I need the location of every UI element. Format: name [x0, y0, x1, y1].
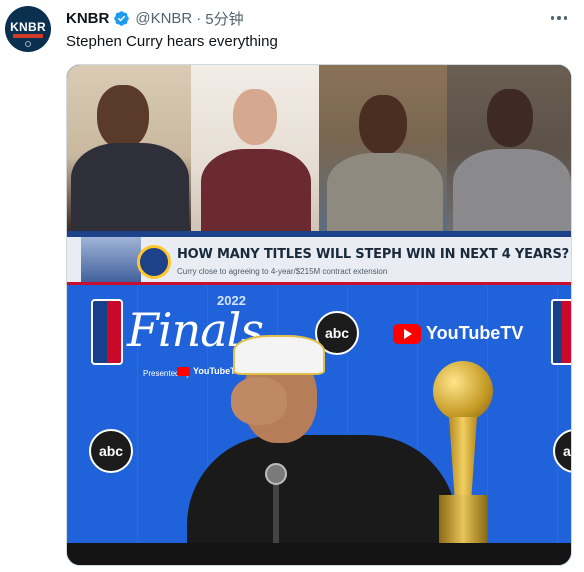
- tweet: KNBR KNBR @KNBR · 5分钟 Stephen Curry hear…: [0, 0, 584, 572]
- youtube-tv-logo: YouTubeTV: [393, 323, 523, 344]
- banner-subtext: Curry close to agreeing to 4-year/$215M …: [177, 267, 388, 276]
- video-panel-host-3: [319, 65, 447, 231]
- more-dot: [563, 16, 568, 20]
- author-handle[interactable]: @KNBR: [135, 10, 192, 27]
- avatar-logo-stripe: [13, 34, 43, 38]
- tweet-text: Stephen Curry hears everything: [66, 33, 278, 50]
- tweet-video[interactable]: HOW MANY TITLES WILL STEPH WIN IN NEXT 4…: [66, 64, 572, 566]
- youtube-tv-label: YouTubeTV: [426, 323, 524, 343]
- author-name[interactable]: KNBR: [66, 10, 109, 27]
- warriors-logo-icon: [137, 245, 171, 279]
- trophy-icon: [429, 361, 497, 543]
- video-panel-host-2: [191, 65, 319, 231]
- youtube-tv-small-logo: YouTubeTV: [177, 366, 242, 376]
- youtube-play-icon: [177, 366, 190, 376]
- video-panel-host-1: [67, 65, 191, 231]
- press-table: [67, 543, 571, 565]
- tweet-header: KNBR @KNBR · 5分钟: [66, 8, 244, 28]
- separator-dot: ·: [196, 9, 202, 27]
- nba-logo-icon: [551, 299, 571, 365]
- video-lower-third-banner: HOW MANY TITLES WILL STEPH WIN IN NEXT 4…: [67, 231, 571, 285]
- player-cap: [233, 335, 325, 375]
- video-panel-host-4: [447, 65, 571, 231]
- more-options-icon[interactable]: [544, 8, 574, 28]
- banner-player-thumbnail: [81, 237, 141, 285]
- avatar-logo-mark: [25, 41, 31, 47]
- more-dot: [557, 16, 561, 20]
- trophy-base: [439, 495, 487, 543]
- player-hand: [231, 377, 287, 425]
- banner-headline: HOW MANY TITLES WILL STEPH WIN IN NEXT 4…: [177, 247, 569, 262]
- verified-badge-icon: [114, 10, 130, 26]
- trophy-ball: [433, 361, 493, 421]
- avatar[interactable]: KNBR: [5, 6, 51, 52]
- finals-year: 2022: [217, 293, 246, 308]
- youtube-play-icon: [393, 323, 421, 344]
- avatar-logo-text: KNBR: [10, 20, 46, 34]
- video-press-conference-scene: Finals 2022 Presented by YouTubeTV abc Y…: [67, 285, 571, 565]
- banner-top-strip: [67, 231, 571, 237]
- video-top-panels: [67, 65, 571, 231]
- microphone-icon: [265, 463, 287, 485]
- abc-logo-icon: abc: [89, 429, 133, 473]
- tweet-timestamp[interactable]: 5分钟: [205, 8, 243, 29]
- trophy-stem: [449, 417, 477, 497]
- more-dot: [550, 16, 555, 20]
- nba-logo-icon: [91, 299, 123, 365]
